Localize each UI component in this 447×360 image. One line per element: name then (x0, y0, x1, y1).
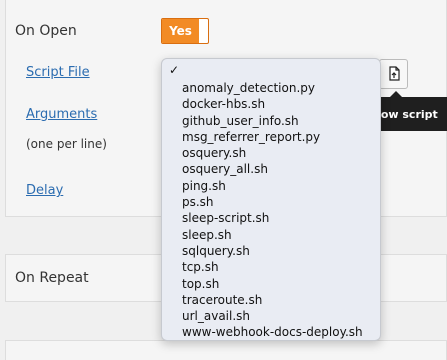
selected-check-icon: ✓ (169, 63, 180, 77)
dropdown-option[interactable]: traceroute.sh (182, 292, 363, 308)
document-script-icon (388, 66, 400, 81)
dropdown-option[interactable]: msg_referrer_report.py (182, 129, 363, 145)
script-file-dropdown[interactable]: ✓ anomaly_detection.py docker-hbs.sh git… (161, 58, 381, 341)
arguments-hint: (one per line) (26, 137, 107, 151)
dropdown-option[interactable]: docker-hbs.sh (182, 96, 363, 112)
toggle-yes-label: Yes (162, 19, 199, 43)
dropdown-option[interactable]: sleep.sh (182, 227, 363, 243)
dropdown-option[interactable]: osquery.sh (182, 145, 363, 161)
dropdown-option[interactable]: www-webhook-docs-deploy.sh (182, 324, 363, 340)
dropdown-option[interactable]: top.sh (182, 276, 363, 292)
dropdown-option[interactable]: anomaly_detection.py (182, 80, 363, 96)
dropdown-option[interactable]: osquery_all.sh (182, 161, 363, 177)
on-open-toggle[interactable]: Yes (161, 18, 209, 44)
dropdown-option[interactable]: github_user_info.sh (182, 113, 363, 129)
on-repeat-label: On Repeat (15, 270, 89, 286)
dropdown-option[interactable]: ping.sh (182, 178, 363, 194)
show-script-tooltip: how script (372, 97, 447, 131)
on-open-label: On Open (15, 23, 77, 39)
next-panel (5, 340, 447, 360)
dropdown-option[interactable]: tcp.sh (182, 259, 363, 275)
script-option-list: anomaly_detection.py docker-hbs.sh githu… (182, 80, 363, 341)
dropdown-option[interactable]: url_avail.sh (182, 308, 363, 324)
show-script-button[interactable] (379, 59, 408, 89)
dropdown-option[interactable]: ps.sh (182, 194, 363, 210)
arguments-label[interactable]: Arguments (26, 107, 97, 122)
delay-label[interactable]: Delay (26, 183, 63, 198)
dropdown-option[interactable]: sleep-script.sh (182, 210, 363, 226)
dropdown-option[interactable]: sqlquery.sh (182, 243, 363, 259)
script-file-label[interactable]: Script File (26, 65, 90, 80)
